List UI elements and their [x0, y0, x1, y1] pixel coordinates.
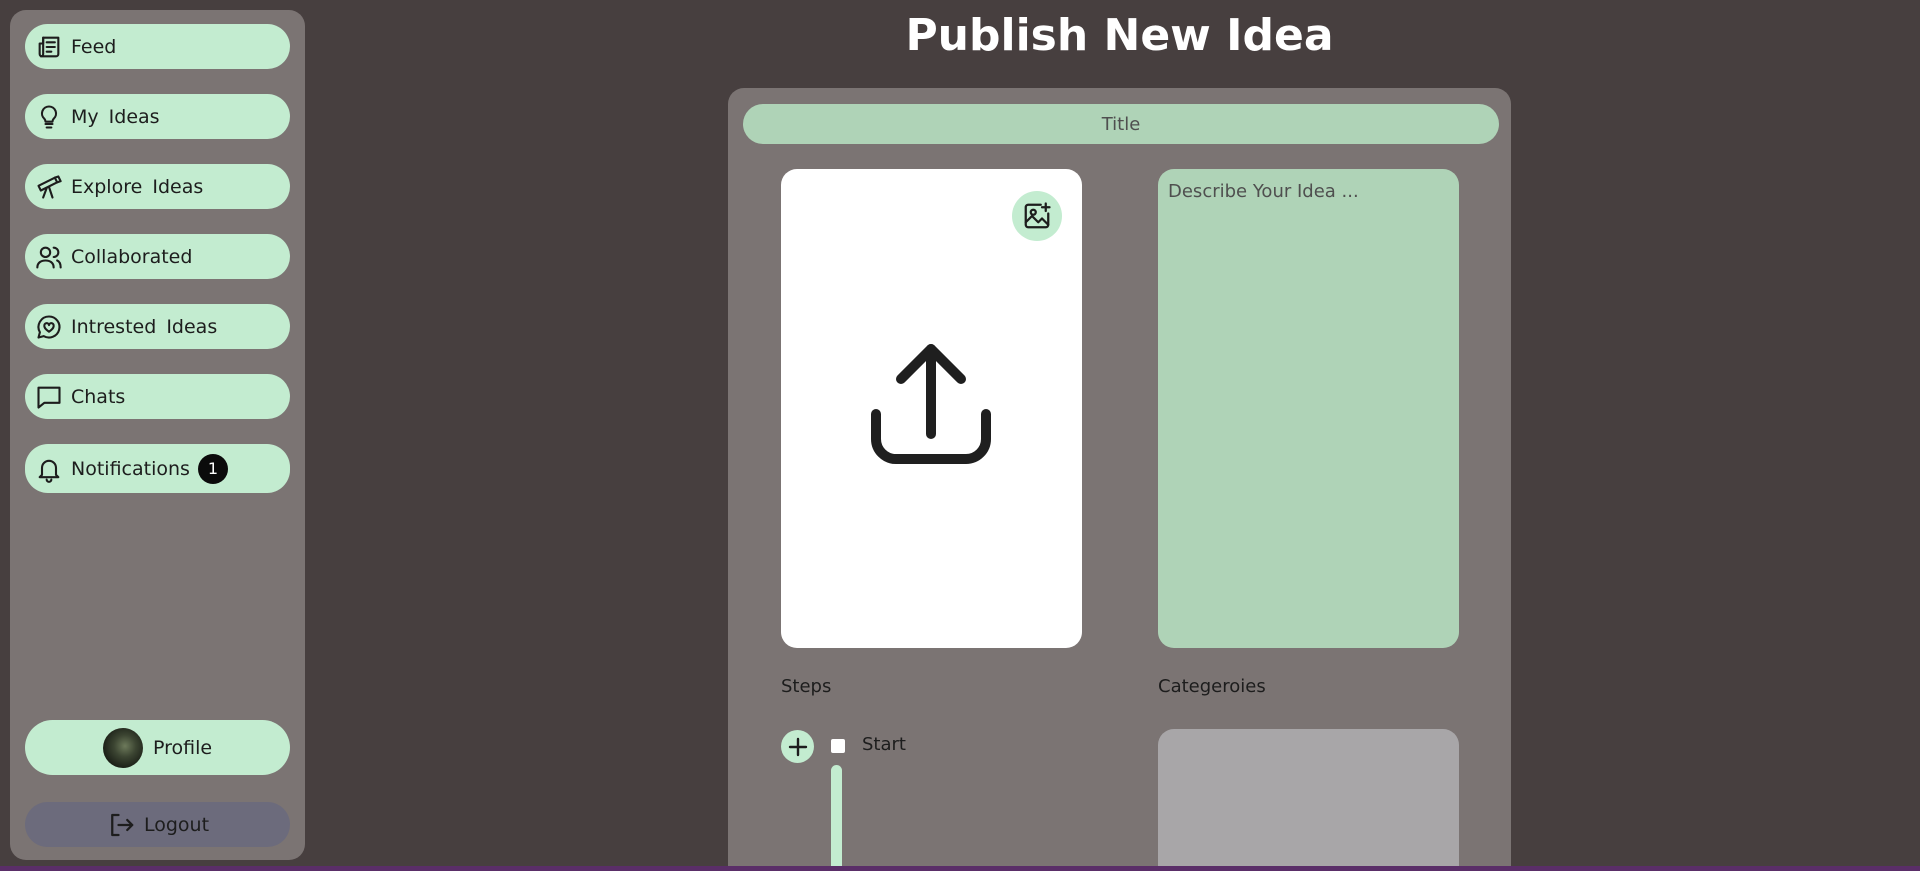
add-step-button[interactable]: [781, 730, 814, 763]
logout-button[interactable]: Logout: [25, 802, 290, 847]
categories-label: Categeroies: [1158, 676, 1266, 697]
users-icon: [35, 243, 63, 271]
add-image-button[interactable]: [1012, 191, 1062, 241]
sidebar-item-label: Notifications: [71, 457, 190, 480]
add-image-icon: [1024, 202, 1051, 229]
sidebar-item-label: Collaborated: [71, 245, 193, 268]
sidebar-item-label: Explore Ideas: [71, 175, 204, 198]
description-input[interactable]: [1158, 169, 1459, 648]
heart-message-icon: [35, 313, 63, 341]
title-input[interactable]: [743, 104, 1499, 144]
profile-button[interactable]: Profile: [25, 720, 290, 775]
sidebar-item-intrested-ideas[interactable]: Intrested Ideas: [25, 304, 290, 349]
upload-icon: [871, 344, 991, 464]
lightbulb-icon: [35, 103, 63, 131]
sidebar: Feed My Ideas Explore Ideas Collaborated…: [10, 10, 305, 860]
plus-icon: [788, 737, 807, 756]
bell-icon: [35, 455, 63, 483]
categories-box[interactable]: [1158, 729, 1459, 871]
page-title: Publish New Idea: [905, 10, 1334, 61]
sidebar-item-label: Feed: [71, 35, 117, 58]
bottom-border: [0, 866, 1920, 871]
profile-label: Profile: [152, 736, 213, 759]
step-checkbox[interactable]: [831, 739, 845, 753]
sidebar-item-explore-ideas[interactable]: Explore Ideas: [25, 164, 290, 209]
sidebar-item-label: Intrested Ideas: [71, 315, 218, 338]
notification-badge: 1: [197, 453, 228, 484]
logout-icon: [106, 810, 136, 840]
sidebar-item-chats[interactable]: Chats: [25, 374, 290, 419]
logout-label: Logout: [143, 813, 210, 836]
sidebar-item-collaborated[interactable]: Collaborated: [25, 234, 290, 279]
sidebar-item-label: My Ideas: [71, 105, 160, 128]
steps-label: Steps: [781, 676, 832, 697]
chat-icon: [35, 383, 63, 411]
step-timeline: [831, 765, 842, 871]
step-label: Start: [862, 734, 906, 755]
sidebar-item-notifications[interactable]: Notifications 1: [25, 444, 290, 493]
newspaper-icon: [35, 33, 63, 61]
sidebar-item-my-ideas[interactable]: My Ideas: [25, 94, 290, 139]
telescope-icon: [35, 173, 63, 201]
image-upload-area[interactable]: [781, 169, 1082, 648]
idea-form: Steps Categeroies Start: [728, 88, 1511, 871]
sidebar-item-label: Chats: [71, 385, 126, 408]
avatar: [102, 727, 143, 768]
sidebar-item-feed[interactable]: Feed: [25, 24, 290, 69]
